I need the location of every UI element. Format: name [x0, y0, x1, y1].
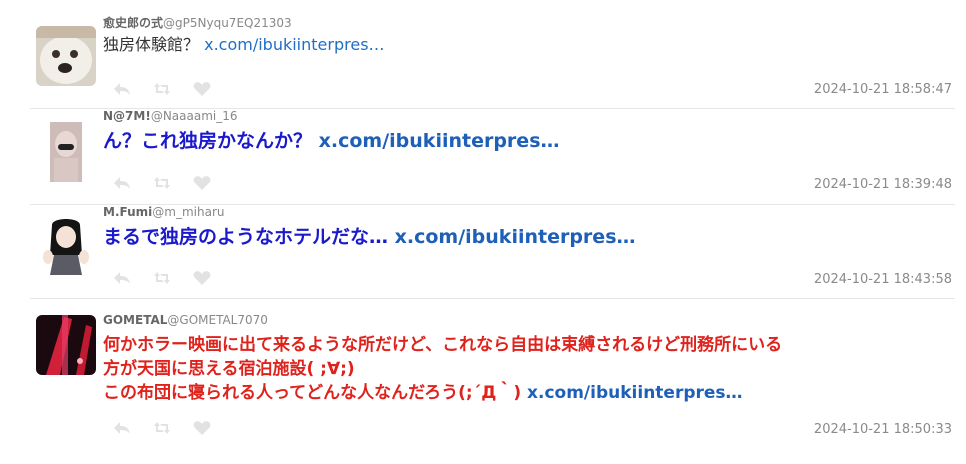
author-handle[interactable]: @GOMETAL7070: [167, 313, 268, 327]
timestamp[interactable]: 2024-10-21 18:39:48: [814, 177, 952, 192]
tweet-body-line: 何かホラー映画に出て来るような所だけど、これなら自由は束縛されるけど刑務所にいる: [103, 335, 783, 355]
tweet-actions: [112, 419, 212, 437]
tweet-item: N@7M!@Naaaami_16 ん？これ独房かなんか？ x.com/ibuki…: [30, 109, 955, 205]
tweet-body-line: この布団に寝られる人ってどんな人なんだろう(;´Д｀) x.com/ibukii…: [103, 381, 955, 405]
author-name[interactable]: M.Fumi: [103, 205, 152, 219]
like-icon[interactable]: [192, 80, 212, 98]
retweet-icon[interactable]: [152, 419, 172, 437]
tweet-link[interactable]: x.com/ibukiinterpres…: [319, 130, 560, 152]
like-icon[interactable]: [192, 419, 212, 437]
timestamp[interactable]: 2024-10-21 18:43:58: [814, 272, 952, 287]
tweet-actions: [112, 269, 212, 287]
tweet-body: 独房体験館？: [103, 35, 200, 54]
tweet-header: GOMETAL@GOMETAL7070: [103, 313, 955, 327]
retweet-icon[interactable]: [152, 174, 172, 192]
timestamp[interactable]: 2024-10-21 18:50:33: [814, 422, 952, 437]
tweet-body: まるで独房のようなホテルだな…: [103, 226, 389, 248]
author-handle[interactable]: @gP5Nyqu7EQ21303: [163, 16, 292, 30]
tweet-feed: 愈史郎の式@gP5Nyqu7EQ21303 独房体験館？ x.com/ibuki…: [0, 0, 966, 464]
reply-icon[interactable]: [112, 269, 132, 287]
tweet-link[interactable]: x.com/ibukiinterpres…: [395, 226, 636, 248]
tweet-text: ん？これ独房かなんか？ x.com/ibukiinterpres…: [103, 129, 955, 153]
tweet-link[interactable]: x.com/ibukiinterpres…: [527, 383, 743, 403]
avatar[interactable]: [36, 215, 96, 275]
author-name[interactable]: N@7M!: [103, 109, 151, 123]
timestamp[interactable]: 2024-10-21 18:58:47: [814, 82, 952, 97]
tweet-body-line: 方が天国に思える宿泊施設( ;∀;): [103, 359, 355, 379]
tweet-text: 独房体験館？ x.com/ibukiinterpres…: [103, 34, 955, 56]
tweet-item: M.Fumi@m_miharu まるで独房のようなホテルだな… x.com/ib…: [30, 205, 955, 299]
avatar[interactable]: [36, 26, 96, 86]
tweet-body-line-text: この布団に寝られる人ってどんな人なんだろう(;´Д｀): [103, 383, 522, 403]
avatar[interactable]: [36, 315, 96, 375]
tweet-actions: [112, 174, 212, 192]
author-name[interactable]: 愈史郎の式: [103, 16, 163, 30]
tweet-header: 愈史郎の式@gP5Nyqu7EQ21303: [103, 16, 955, 30]
tweet-item: GOMETAL@GOMETAL7070 何かホラー映画に出て来るような所だけど、…: [30, 299, 955, 449]
avatar[interactable]: [36, 122, 96, 182]
like-icon[interactable]: [192, 174, 212, 192]
author-name[interactable]: GOMETAL: [103, 313, 167, 327]
reply-icon[interactable]: [112, 174, 132, 192]
like-icon[interactable]: [192, 269, 212, 287]
reply-icon[interactable]: [112, 419, 132, 437]
tweet-actions: [112, 80, 212, 98]
tweet-body: ん？これ独房かなんか？: [103, 130, 313, 152]
reply-icon[interactable]: [112, 80, 132, 98]
author-handle[interactable]: @Naaaami_16: [151, 109, 238, 123]
tweet-header: N@7M!@Naaaami_16: [103, 109, 955, 123]
author-handle[interactable]: @m_miharu: [152, 205, 224, 219]
retweet-icon[interactable]: [152, 269, 172, 287]
tweet-text: まるで独房のようなホテルだな… x.com/ibukiinterpres…: [103, 225, 955, 249]
tweet-item: 愈史郎の式@gP5Nyqu7EQ21303 独房体験館？ x.com/ibuki…: [30, 16, 955, 109]
tweet-text: 何かホラー映画に出て来るような所だけど、これなら自由は束縛されるけど刑務所にいる…: [103, 333, 955, 405]
retweet-icon[interactable]: [152, 80, 172, 98]
tweet-link[interactable]: x.com/ibukiinterpres…: [204, 35, 384, 54]
tweet-header: M.Fumi@m_miharu: [103, 205, 955, 219]
